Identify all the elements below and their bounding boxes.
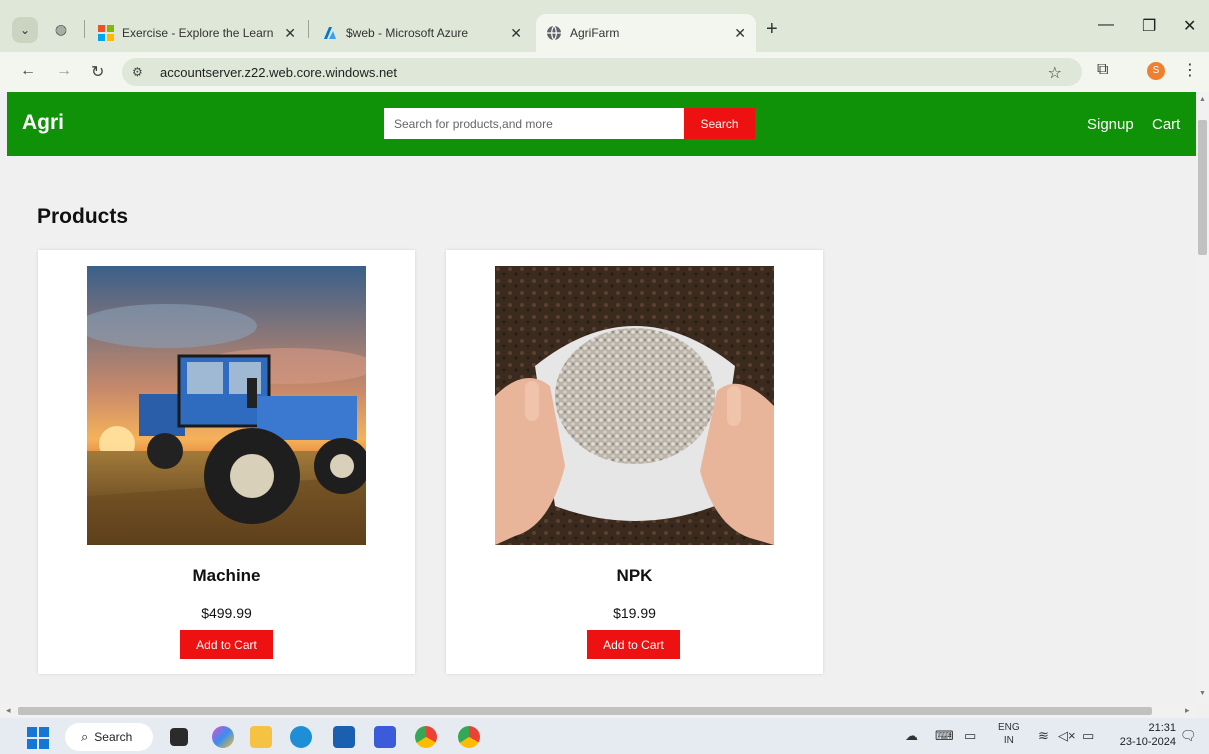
azure-logo-icon — [324, 27, 336, 39]
product-price: $19.99 — [613, 605, 656, 621]
clock-time: 21:31 — [1148, 722, 1176, 734]
tab-separator — [308, 20, 309, 38]
minimize-icon[interactable]: — — [1098, 16, 1114, 34]
site-header: Agri Search Signup Cart — [7, 92, 1196, 156]
reload-icon[interactable]: ↻ — [91, 62, 104, 82]
scroll-right-arrow-icon[interactable]: ▸ — [1185, 705, 1190, 716]
taskbar-search[interactable]: ⌕ Search — [65, 723, 153, 751]
windows-start-icon[interactable] — [27, 727, 49, 749]
globe-icon[interactable]: ◍ — [52, 20, 70, 38]
horizontal-scrollbar[interactable]: ◂ ▸ — [0, 704, 1196, 718]
onedrive-icon[interactable]: ☁ — [905, 728, 918, 744]
add-to-cart-button[interactable]: Add to Cart — [180, 630, 273, 659]
back-arrow-icon[interactable]: ← — [20, 62, 36, 80]
cart-link[interactable]: Cart — [1152, 116, 1180, 133]
add-to-cart-button[interactable]: Add to Cart — [587, 630, 680, 659]
close-icon[interactable]: ✕ — [510, 25, 522, 42]
tab-azure[interactable]: $web - Microsoft Azure ✕ — [312, 14, 532, 52]
browser-toolbar: ← → ↻ ⚙ accountserver.z22.web.core.windo… — [0, 52, 1209, 92]
microsoft-logo-icon — [98, 25, 114, 41]
tractor-image — [87, 266, 366, 545]
search-button[interactable]: Search — [684, 108, 755, 139]
chrome-icon[interactable] — [415, 726, 437, 748]
product-name[interactable]: Machine — [38, 566, 415, 586]
scroll-left-arrow-icon[interactable]: ◂ — [6, 705, 11, 716]
battery-icon[interactable]: ▭ — [1082, 728, 1094, 744]
address-bar[interactable]: ⚙ accountserver.z22.web.core.windows.net… — [122, 58, 1082, 86]
product-card: Machine $499.99 Add to Cart — [38, 250, 415, 674]
windows-taskbar: ⌕ Search ☁ ⌨ ▭ ENG IN ≋ ◁× ▭ 21:31 23-10… — [0, 718, 1209, 754]
tab-agrifarm[interactable]: AgriFarm ✕ — [536, 14, 756, 52]
file-explorer-icon[interactable] — [250, 726, 272, 748]
restore-icon[interactable]: ❐ — [1142, 16, 1156, 36]
tab-search-button[interactable]: ⌄ — [12, 17, 38, 43]
search-icon: ⌕ — [81, 729, 89, 744]
keyboard-icon[interactable]: ⌨ — [935, 728, 954, 744]
language-label: ENG — [998, 722, 1020, 733]
scrollbar-thumb[interactable] — [1198, 120, 1207, 255]
copilot-icon[interactable] — [212, 726, 234, 748]
browser-tab-strip: ⌄ ◍ Exercise - Explore the Learn sandbox… — [0, 0, 1209, 52]
system-clock[interactable]: 21:31 23-10-2024 — [1108, 721, 1176, 749]
close-window-icon[interactable]: ✕ — [1183, 16, 1196, 36]
tab-label: $web - Microsoft Azure — [346, 26, 469, 40]
scroll-down-arrow-icon[interactable]: ▼ — [1199, 690, 1206, 697]
region-label: IN — [1003, 735, 1014, 746]
wifi-icon[interactable]: ≋ — [1038, 728, 1049, 744]
fertilizer-image — [495, 266, 774, 545]
extensions-puzzle-icon[interactable]: ⧉ — [1097, 61, 1108, 79]
close-icon[interactable]: ✕ — [734, 25, 746, 42]
tab-label: AgriFarm — [570, 26, 620, 40]
store-icon[interactable] — [333, 726, 355, 748]
vertical-scrollbar[interactable]: ▲ ▼ — [1196, 92, 1209, 704]
app-icon[interactable] — [374, 726, 396, 748]
tab-learn-exercise[interactable]: Exercise - Explore the Learn sandbox ✕ — [88, 14, 306, 52]
site-info-icon[interactable]: ⚙ — [132, 65, 150, 79]
task-view-icon[interactable] — [170, 728, 188, 746]
bookmark-star-icon[interactable]: ☆ — [1048, 63, 1062, 83]
notification-icon[interactable]: 🗨 — [1180, 728, 1197, 744]
forward-arrow-icon[interactable]: → — [56, 62, 72, 80]
tab-separator — [84, 20, 85, 38]
new-tab-plus-icon[interactable]: + — [766, 18, 778, 41]
speaker-muted-icon[interactable]: ◁× — [1058, 728, 1076, 744]
signup-link[interactable]: Signup — [1087, 116, 1134, 133]
scrollbar-thumb[interactable] — [18, 707, 1152, 715]
product-name[interactable]: NPK — [446, 566, 823, 586]
search-input[interactable] — [384, 108, 684, 139]
profile-avatar[interactable]: S — [1147, 62, 1165, 80]
page-viewport: Agri Search Signup Cart Products — [0, 92, 1209, 704]
url-text[interactable]: accountserver.z22.web.core.windows.net — [160, 65, 397, 80]
scroll-up-arrow-icon[interactable]: ▲ — [1199, 96, 1206, 103]
product-price: $499.99 — [201, 605, 252, 621]
brand-logo[interactable]: Agri — [22, 111, 64, 135]
products-heading: Products — [37, 205, 129, 228]
clock-date: 23-10-2024 — [1119, 736, 1176, 748]
taskbar-search-label: Search — [94, 730, 133, 744]
chrome-profile-icon[interactable] — [458, 726, 480, 748]
edge-browser-icon[interactable] — [290, 726, 312, 748]
display-icon[interactable]: ▭ — [964, 728, 976, 744]
product-card: NPK $19.99 Add to Cart — [446, 250, 823, 674]
close-icon[interactable]: ✕ — [284, 25, 296, 42]
tab-label: Exercise - Explore the Learn sandbox — [122, 26, 276, 40]
globe-icon — [547, 25, 561, 41]
language-indicator[interactable]: ENG IN — [998, 721, 1020, 747]
browser-menu-icon[interactable]: ⋮ — [1182, 60, 1198, 80]
